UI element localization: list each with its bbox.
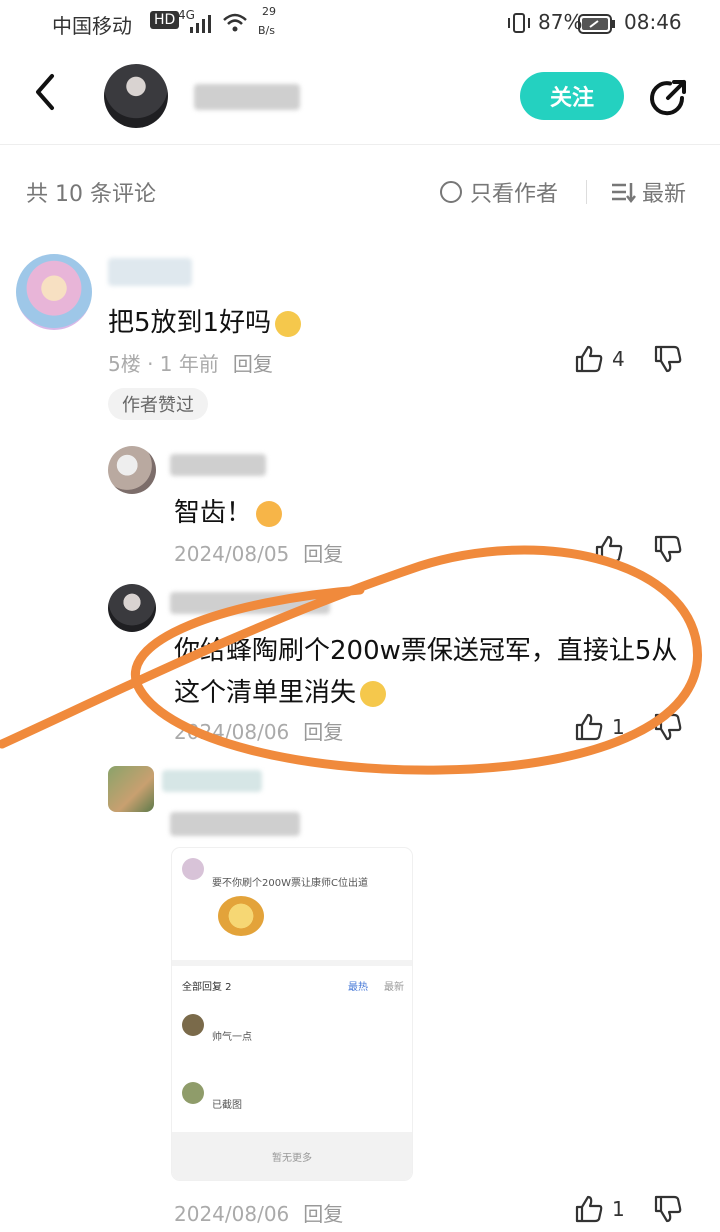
like-count: 1 <box>612 1197 625 1221</box>
reply-text-blurred <box>170 812 300 836</box>
thumbs-down-icon <box>654 1195 682 1223</box>
reply-text: 你给蜂陶刷个200w票保送冠军，直接让5从这个清单里消失 <box>174 636 678 708</box>
reply-text: 智齿！ <box>174 492 283 529</box>
divider <box>172 960 412 966</box>
reply-button[interactable]: 回复 <box>303 720 343 744</box>
all-replies-label: 全部回复 2 <box>182 982 232 993</box>
net-speed-unit: B/s <box>258 24 275 37</box>
reply-button[interactable]: 回复 <box>233 352 273 376</box>
mini-avatar <box>182 1082 204 1104</box>
reply-name-blurred[interactable] <box>170 454 266 476</box>
reply-date: 2024/08/05 <box>174 542 290 566</box>
share-icon <box>650 80 686 116</box>
mini-avatar <box>182 858 204 880</box>
like-button[interactable]: 4 <box>574 344 625 374</box>
reply-name-blurred[interactable] <box>170 592 330 614</box>
comment-text: 把5放到1好吗 <box>108 302 302 339</box>
thumbs-up-icon <box>595 535 623 563</box>
embedded-post-text: 要不你刷个200W票让康师C位出道 <box>212 878 368 889</box>
reply-button[interactable]: 回复 <box>303 542 343 566</box>
embedded-reply-2: 已截图 <box>212 1100 242 1111</box>
author-avatar[interactable] <box>104 64 168 128</box>
signal-icon <box>190 14 214 38</box>
comment-floor-time: 5楼 · 1 年前 <box>108 352 219 376</box>
vibrate-icon <box>506 12 532 39</box>
reply-meta: 2024/08/06 回复 <box>174 1198 343 1227</box>
status-bar: 中国移动 HD 4G 29 B/s 87% 08:46 <box>0 0 720 48</box>
sort-new-label: 最新 <box>384 982 404 993</box>
thumbs-up-icon <box>575 345 603 373</box>
love-emoji-icon <box>256 500 283 527</box>
like-button[interactable]: 1 <box>574 1194 625 1224</box>
author-name-blurred[interactable] <box>194 84 300 110</box>
radio-circle-icon <box>440 181 462 203</box>
embedded-footer: 暂无更多 <box>172 1132 412 1180</box>
reply-date: 2024/08/06 <box>174 1202 290 1226</box>
follow-button[interactable]: 关注 <box>520 72 624 120</box>
toolbar-divider <box>586 180 587 204</box>
mini-avatar <box>182 1014 204 1036</box>
hd-badge: HD <box>150 11 180 29</box>
dislike-button[interactable] <box>652 344 684 378</box>
smile-emoji-icon <box>275 310 302 337</box>
thumbs-down-icon <box>654 713 682 741</box>
smile-emoji-icon <box>360 680 387 707</box>
carrier: 中国移动 <box>52 14 132 38</box>
dislike-button[interactable] <box>652 534 684 568</box>
like-button[interactable]: 1 <box>574 712 625 742</box>
comment-count: 共 10 条评论 <box>26 182 156 207</box>
dislike-button[interactable] <box>652 1194 684 1228</box>
reply-date: 2024/08/06 <box>174 720 290 744</box>
sort-label: 最新 <box>642 182 687 207</box>
post-header: 关注 <box>0 48 720 145</box>
commenter-avatar[interactable] <box>16 254 92 330</box>
like-count: 4 <box>612 347 625 371</box>
thumbs-down-icon <box>654 345 682 373</box>
reply-avatar[interactable] <box>108 446 156 494</box>
net-speed: 29 <box>262 5 276 18</box>
reply-avatar[interactable] <box>108 766 154 812</box>
author-liked-badge: 作者赞过 <box>108 388 208 420</box>
embedded-reply-1: 帅气一点 <box>212 1032 252 1043</box>
reply-meta: 2024/08/06 回复 <box>174 716 343 745</box>
thumbs-up-icon <box>575 1195 603 1223</box>
thumbs-up-icon <box>575 713 603 741</box>
dislike-button[interactable] <box>652 712 684 746</box>
reply-avatar[interactable] <box>108 584 156 632</box>
reply-button[interactable]: 回复 <box>303 1202 343 1226</box>
battery-icon <box>578 14 616 39</box>
battery-percent: 87% <box>538 10 583 34</box>
comment-meta: 5楼 · 1 年前 回复 <box>108 348 273 377</box>
author-only-label: 只看作者 <box>470 182 559 207</box>
like-button[interactable] <box>594 534 624 564</box>
thumbs-down-icon <box>654 535 682 563</box>
sort-toggle[interactable]: 最新 <box>610 176 686 208</box>
like-count: 1 <box>612 715 625 739</box>
embedded-screenshot[interactable]: 要不你刷个200W票让康师C位出道 全部回复 2 最热 最新 帅气一点 已截图 … <box>172 848 412 1180</box>
share-button[interactable] <box>648 78 688 118</box>
reply-name-blurred[interactable] <box>162 770 262 792</box>
sort-icon <box>612 183 636 203</box>
author-only-toggle[interactable]: 只看作者 <box>440 176 558 208</box>
sort-hot-label: 最热 <box>348 982 368 993</box>
commenter-name-blurred[interactable] <box>108 258 192 286</box>
back-button[interactable] <box>30 72 74 120</box>
reply-meta: 2024/08/05 回复 <box>174 538 343 567</box>
sticker-image <box>218 896 264 936</box>
clock: 08:46 <box>624 10 682 34</box>
wifi-icon <box>222 12 248 37</box>
